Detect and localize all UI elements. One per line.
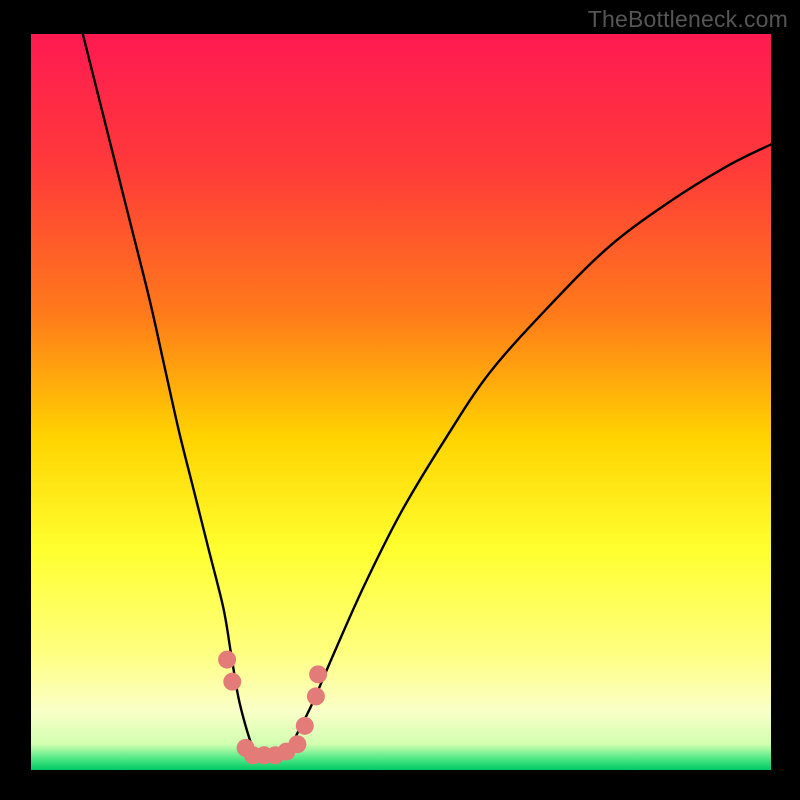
highlight-marker [296, 717, 314, 735]
highlight-marker [309, 665, 327, 683]
chart-background-gradient [31, 34, 771, 770]
highlight-marker [223, 673, 241, 691]
highlight-marker [218, 651, 236, 669]
highlight-marker [307, 687, 325, 705]
highlight-marker [288, 735, 306, 753]
watermark-text: TheBottleneck.com [588, 6, 788, 33]
chart-frame: TheBottleneck.com [0, 0, 800, 800]
chart-plot-area [31, 34, 771, 770]
chart-svg [31, 34, 771, 770]
